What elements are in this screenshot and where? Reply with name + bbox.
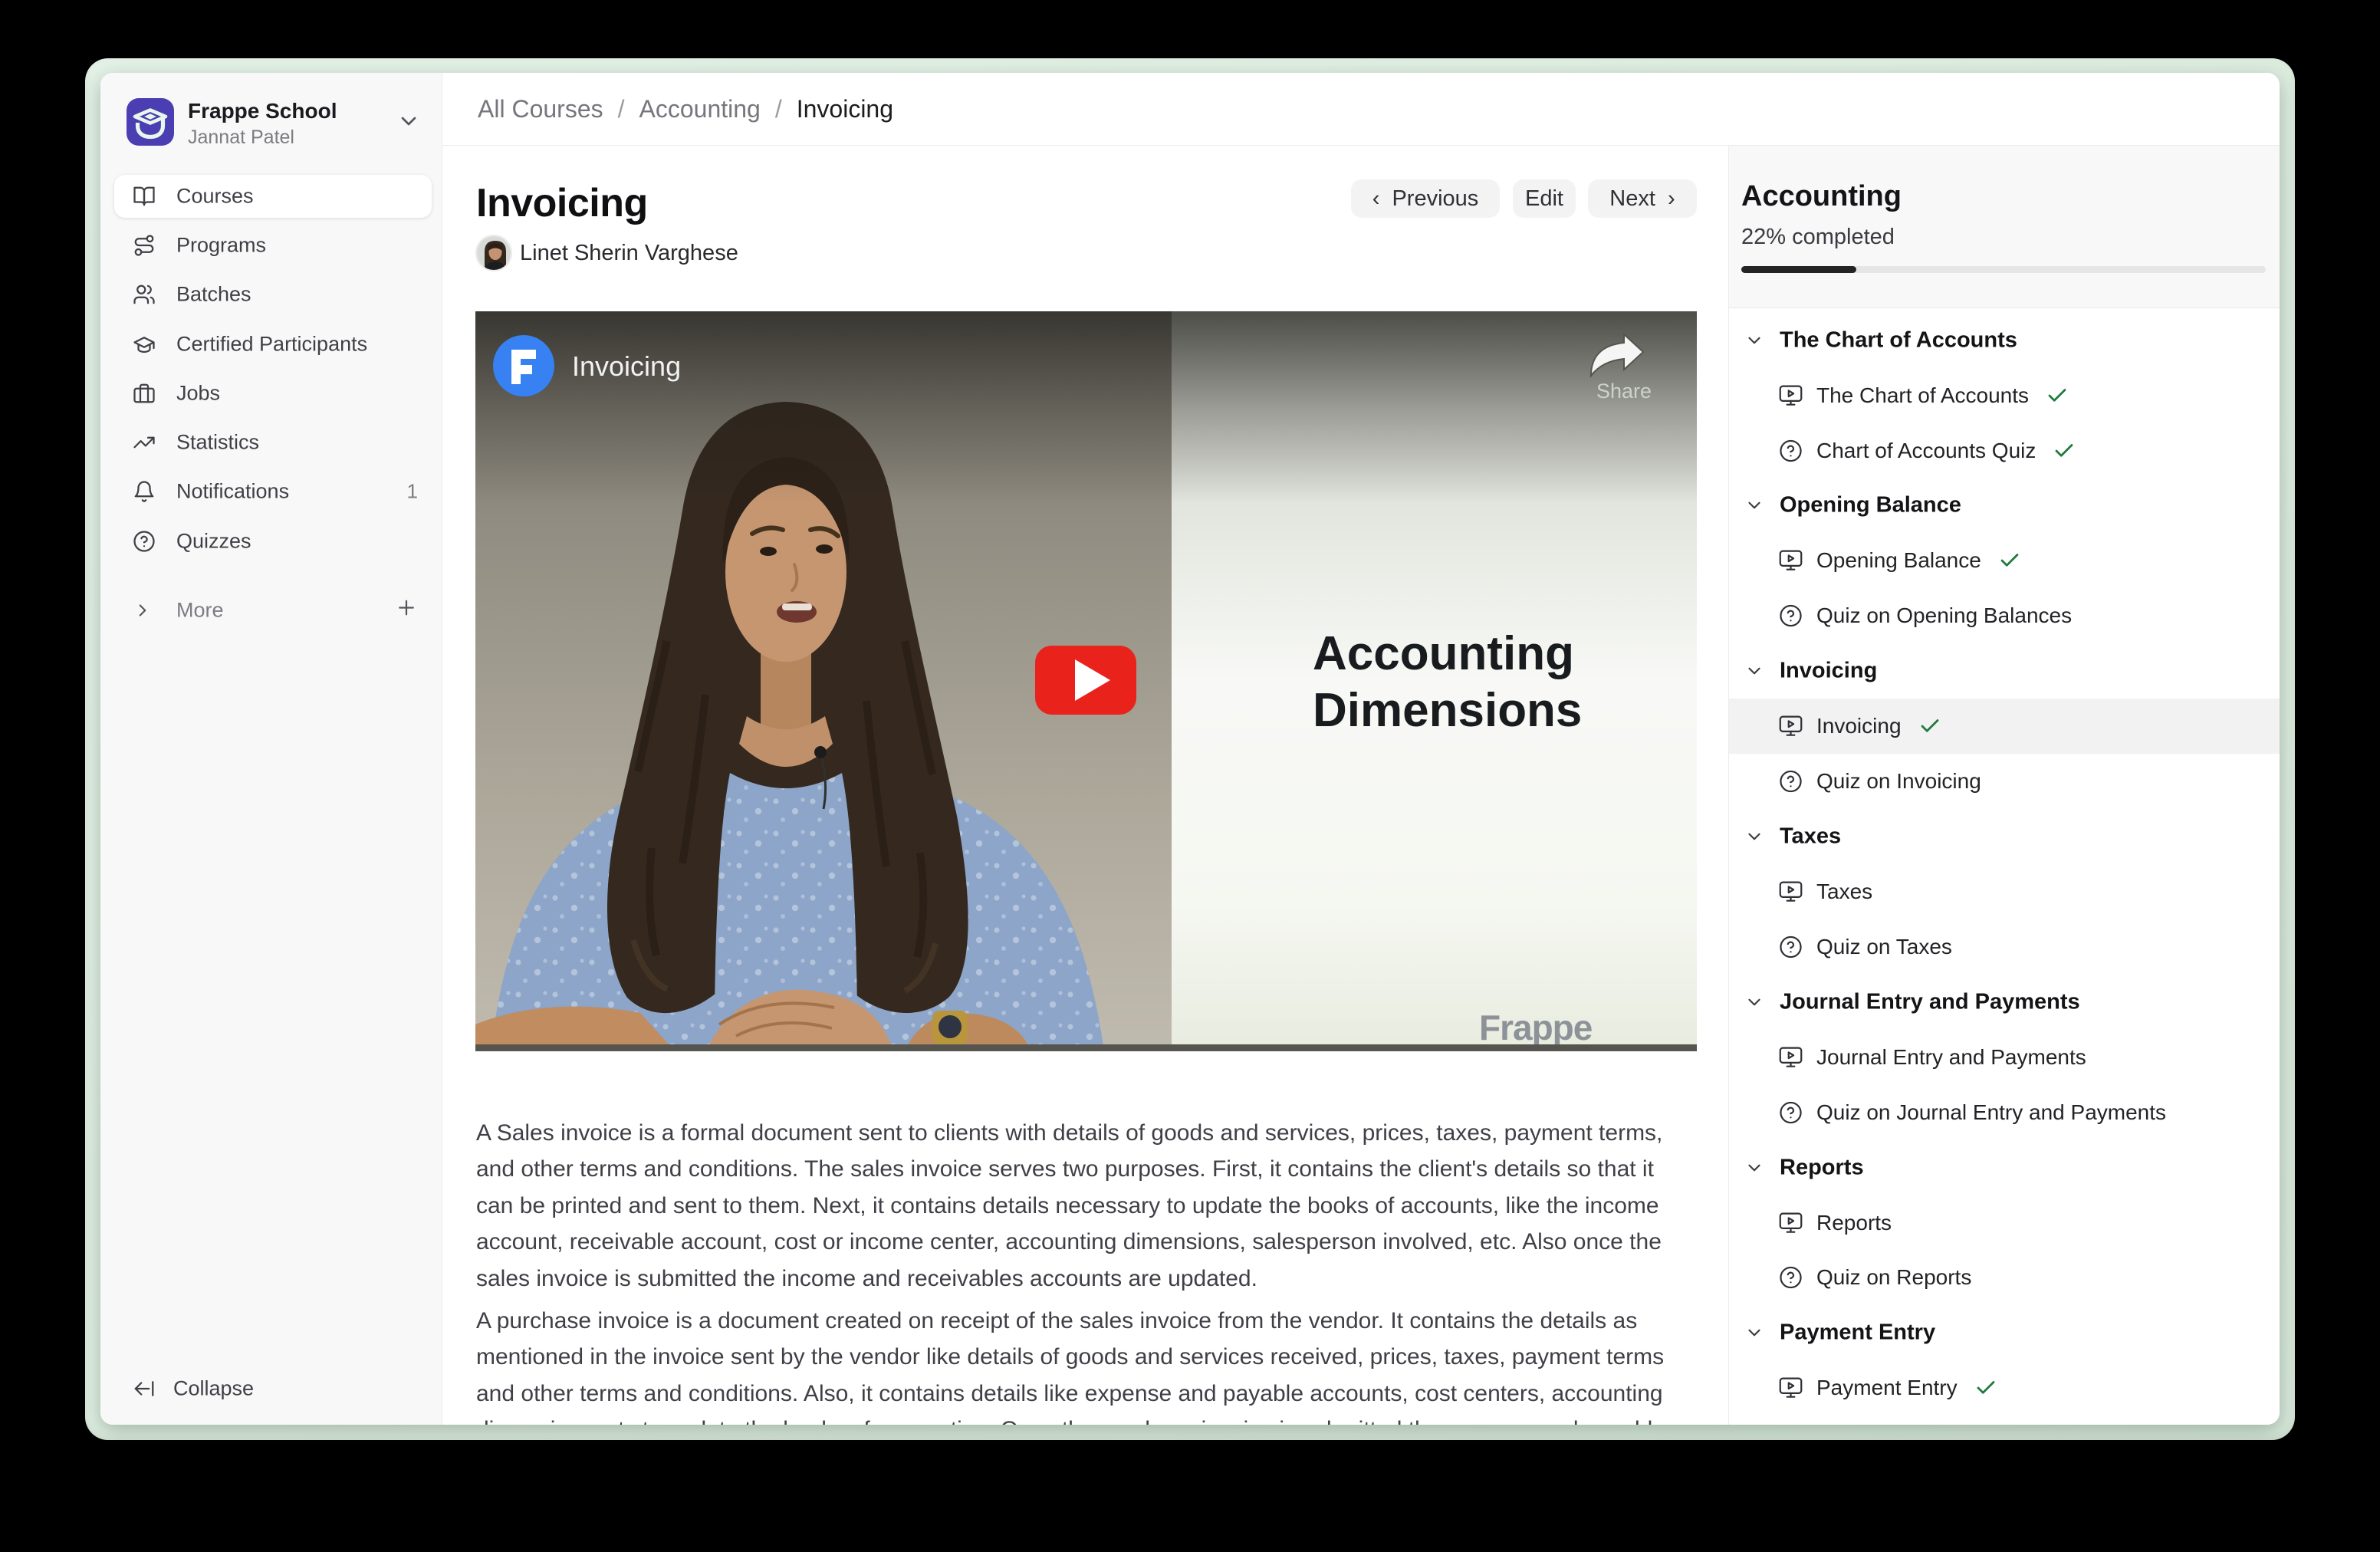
svg-text:Accounting: Accounting [1313, 627, 1574, 680]
svg-text:Frappe: Frappe [1479, 1008, 1593, 1047]
svg-text:Share: Share [1596, 380, 1652, 403]
svg-text:Dimensions: Dimensions [1313, 684, 1582, 737]
svg-text:Invoicing: Invoicing [572, 350, 681, 382]
